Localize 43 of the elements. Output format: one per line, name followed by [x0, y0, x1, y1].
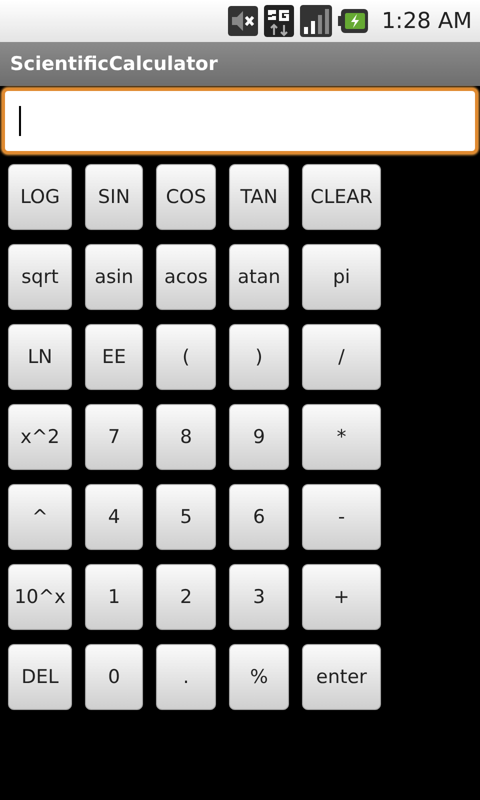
key-button[interactable]: pi [302, 244, 381, 310]
signal-icon [300, 5, 332, 37]
key-button[interactable]: 0 [85, 644, 143, 710]
key-button[interactable]: CLEAR [302, 164, 381, 230]
key-button[interactable]: DEL [8, 644, 72, 710]
key-button[interactable]: TAN [229, 164, 289, 230]
key-button[interactable]: asin [85, 244, 143, 310]
key-button[interactable]: 1 [85, 564, 143, 630]
key-button[interactable]: ( [156, 324, 216, 390]
key-button[interactable]: EE [85, 324, 143, 390]
key-button[interactable]: . [156, 644, 216, 710]
key-button[interactable]: 3 [229, 564, 289, 630]
key-button[interactable]: 9 [229, 404, 289, 470]
key-button[interactable]: x^2 [8, 404, 72, 470]
key-button[interactable]: sqrt [8, 244, 72, 310]
key-button[interactable]: LOG [8, 164, 72, 230]
key-button[interactable]: 2 [156, 564, 216, 630]
key-button[interactable]: 4 [85, 484, 143, 550]
key-button[interactable]: acos [156, 244, 216, 310]
text-cursor [19, 106, 21, 136]
3g-data-icon [264, 5, 294, 37]
input-field[interactable] [2, 88, 478, 154]
key-button[interactable]: SIN [85, 164, 143, 230]
key-button[interactable]: + [302, 564, 381, 630]
key-button[interactable]: / [302, 324, 381, 390]
key-button[interactable]: LN [8, 324, 72, 390]
key-button[interactable]: - [302, 484, 381, 550]
key-button[interactable]: % [229, 644, 289, 710]
key-button[interactable]: * [302, 404, 381, 470]
key-button[interactable]: 7 [85, 404, 143, 470]
key-button[interactable]: ^ [8, 484, 72, 550]
clock-time: 1:28 AM [382, 8, 472, 34]
key-button[interactable]: 6 [229, 484, 289, 550]
key-button[interactable]: atan [229, 244, 289, 310]
battery-charging-icon [338, 9, 368, 33]
key-button[interactable]: 8 [156, 404, 216, 470]
key-button[interactable]: 5 [156, 484, 216, 550]
key-button[interactable]: ) [229, 324, 289, 390]
window-title: ScientificCalculator [10, 53, 218, 75]
key-button[interactable]: COS [156, 164, 216, 230]
key-button[interactable]: 10^x [8, 564, 72, 630]
muted-speaker-icon [228, 6, 258, 36]
key-button[interactable]: enter [302, 644, 381, 710]
